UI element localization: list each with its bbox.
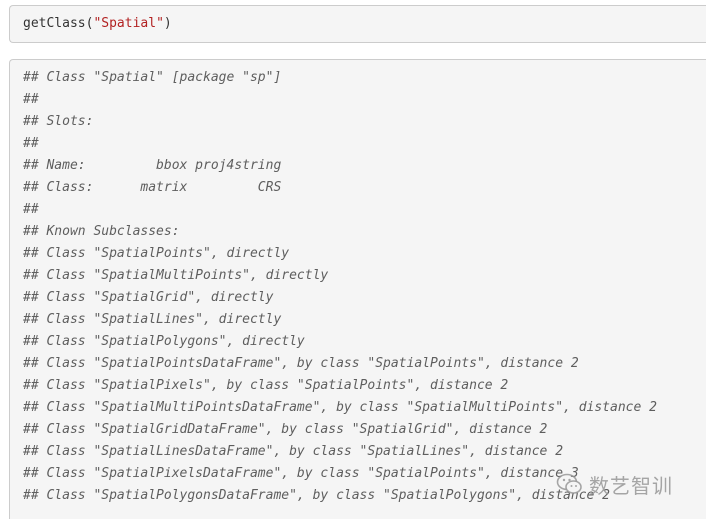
output-line: ## [23, 92, 39, 107]
output-line: ## Known Subclasses: [23, 224, 180, 239]
output-line: ## Class "SpatialLinesDataFrame", by cla… [23, 444, 564, 459]
output-line: ## [23, 136, 39, 151]
watermark-text: 数艺智训 [589, 473, 673, 498]
output-line: ## Class "SpatialPoints", directly [23, 246, 290, 261]
output-line: ## Class "SpatialMultiPoints", directly [23, 268, 329, 283]
output-line: ## Slots: [23, 114, 94, 129]
output-line: ## Class "SpatialGrid", directly [23, 290, 274, 305]
code-string-argument: "Spatial" [93, 16, 164, 31]
watermark: 数艺智训 [556, 470, 673, 498]
output-line: ## Class: matrix CRS [23, 180, 282, 195]
code-input-block: getClass("Spatial") [9, 5, 706, 43]
output-line: ## Class "SpatialPixels", by class "Spat… [23, 378, 509, 393]
code-function-call: getClass( [23, 16, 94, 31]
output-line: ## [23, 202, 39, 217]
output-line: ## Class "SpatialGridDataFrame", by clas… [23, 422, 548, 437]
output-line: ## Class "SpatialPolygons", directly [23, 334, 305, 349]
wechat-icon [556, 473, 582, 494]
output-line: ## Name: bbox proj4string [23, 158, 282, 173]
output-line: ## Class "SpatialLines", directly [23, 312, 282, 327]
output-line: ## Class "SpatialMultiPointsDataFrame", … [23, 400, 657, 415]
code-close-paren: ) [163, 16, 172, 31]
output-line: ## Class "SpatialPointsDataFrame", by cl… [23, 356, 579, 371]
output-line: ## Class "Spatial" [package "sp"] [23, 70, 282, 85]
code-output-block: ## Class "Spatial" [package "sp"] ## ## … [9, 59, 706, 519]
